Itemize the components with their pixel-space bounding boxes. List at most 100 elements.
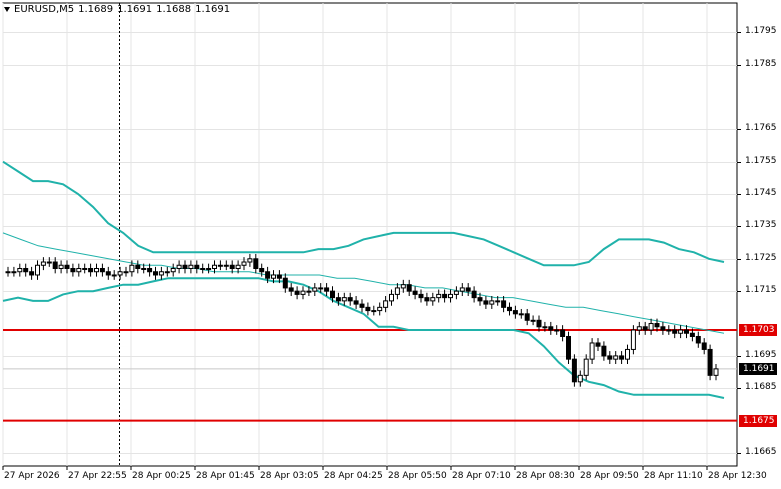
price-tick: 1.1795	[745, 26, 777, 37]
candle-body	[630, 329, 636, 350]
candle-body	[353, 300, 359, 305]
candle-body	[471, 290, 477, 299]
price-tick: 1.1745	[745, 188, 777, 199]
candle-body	[135, 264, 141, 269]
candle-body	[424, 297, 430, 302]
candle-body	[5, 271, 11, 274]
plot-frame	[2, 2, 738, 467]
price-tick: 1.1725	[745, 252, 777, 263]
candle-body	[117, 271, 123, 276]
time-tick: 27 Apr 2026	[4, 471, 60, 481]
candle-body	[88, 267, 94, 273]
candle-body	[52, 261, 58, 269]
candle-body	[554, 329, 560, 332]
candle-body	[518, 313, 524, 316]
candle-body	[341, 297, 347, 302]
candle-body	[23, 267, 29, 273]
candle-body	[689, 332, 695, 337]
candle-body	[247, 258, 253, 263]
chart-window[interactable]: EURUSD,M5 1.1689 1.1691 1.1688 1.1691 1.1795…	[0, 0, 781, 489]
bollinger-lower-line	[2, 277, 725, 399]
candle-body	[235, 264, 241, 269]
level-label-1-1675[interactable]: 1.1675	[739, 414, 777, 427]
candle-body	[365, 306, 371, 312]
candle-body	[619, 355, 625, 360]
candle-body	[105, 271, 111, 276]
bollinger-upper-line	[2, 160, 725, 267]
candle-body	[672, 329, 678, 334]
candle-body	[300, 290, 306, 295]
candle-body	[176, 264, 182, 269]
time-tick: 28 Apr 08:30	[516, 471, 575, 481]
candle-body	[548, 326, 554, 331]
candle-body	[636, 326, 642, 331]
candle-body	[678, 329, 684, 334]
candle-body	[648, 323, 654, 331]
time-tick: 28 Apr 11:10	[644, 471, 703, 481]
candle-body	[489, 300, 495, 305]
candle-body	[229, 264, 235, 269]
time-tick: 28 Apr 12:30	[708, 471, 767, 481]
candle-body	[58, 264, 64, 269]
candle-body	[465, 287, 471, 292]
candle-body	[217, 264, 223, 267]
price-tick: 1.1765	[745, 123, 777, 134]
candle-body	[306, 290, 312, 293]
candle-body	[542, 326, 548, 329]
candle-body	[111, 274, 117, 277]
time-tick: 28 Apr 03:05	[260, 471, 319, 481]
candle-body	[389, 293, 394, 302]
candle-body	[666, 329, 672, 332]
candle-body	[212, 264, 217, 269]
candle-body	[577, 374, 583, 383]
candle-body	[324, 287, 330, 292]
candle-body	[312, 287, 318, 292]
candle-body	[276, 274, 282, 279]
candle-body	[713, 368, 719, 376]
candle-body	[383, 300, 389, 308]
candle-body	[571, 358, 577, 383]
time-tick: 28 Apr 09:50	[580, 471, 639, 481]
candle-body	[477, 297, 483, 302]
triangle-down-icon[interactable]	[4, 6, 10, 12]
candle-body	[158, 271, 164, 276]
candle-body	[259, 267, 265, 273]
candle-body	[701, 342, 707, 350]
candle-body	[82, 267, 88, 270]
candle-body	[684, 329, 689, 334]
candle-body	[695, 335, 701, 344]
candle-body	[318, 287, 324, 290]
time-tick: 28 Apr 04:25	[324, 471, 383, 481]
candle-body	[412, 290, 418, 295]
candle-body	[512, 310, 518, 315]
chart-header: EURUSD,M5 1.1689 1.1691 1.1688 1.1691	[4, 4, 230, 15]
candle-body	[294, 290, 300, 295]
candle-body	[359, 303, 365, 308]
price-tick: 1.1685	[745, 382, 777, 393]
price-tick: 1.1735	[745, 220, 777, 231]
level-label-1-1703[interactable]: 1.1703	[739, 324, 777, 336]
candle-body	[206, 267, 212, 270]
candle-body	[129, 264, 135, 273]
candle-body	[453, 290, 459, 295]
candle-body	[35, 264, 40, 276]
candle-body	[271, 274, 276, 279]
symbol-label: EURUSD,M5	[14, 4, 75, 15]
candle-body	[530, 319, 536, 322]
candle-body	[589, 342, 595, 360]
candle-body	[141, 267, 147, 270]
candle-body	[418, 293, 424, 299]
candle-body	[625, 348, 630, 360]
candle-body	[76, 267, 82, 273]
candle-body	[595, 342, 601, 347]
candle-body	[660, 326, 666, 331]
candle-body	[430, 297, 436, 302]
price-chart[interactable]	[0, 0, 781, 489]
price-tick: 1.1665	[745, 447, 777, 458]
time-tick: 28 Apr 00:25	[132, 471, 191, 481]
candle-body	[507, 306, 512, 312]
candle-body	[459, 287, 465, 292]
price-tick: 1.1755	[745, 155, 777, 166]
candle-body	[442, 293, 448, 299]
candle-body	[536, 319, 542, 328]
